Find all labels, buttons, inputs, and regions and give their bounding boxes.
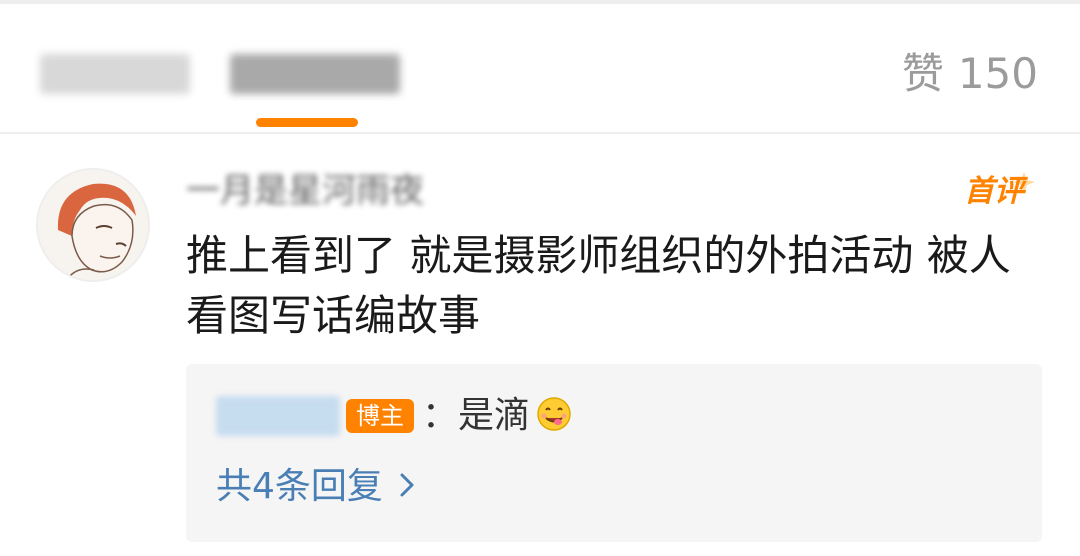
comment-text: 推上看到了 就是摄影师组织的外拍活动 被人看图写话编故事 <box>186 231 1011 340</box>
likes-count: 150 <box>957 49 1038 98</box>
active-tab-indicator <box>256 118 358 127</box>
likes-label: 赞 <box>901 49 944 98</box>
reply-username-blurred[interactable] <box>216 396 340 436</box>
reply-count-label: 共4条回复 <box>216 466 383 507</box>
tab-reposts[interactable]: 转发 <box>40 46 190 102</box>
comment-username[interactable]: 一月是星河雨夜 <box>186 170 606 212</box>
reply-box[interactable]: 博主 ：是滴 共4条回复 <box>186 364 1042 542</box>
view-replies-link[interactable]: 共4条回复 <box>216 460 415 514</box>
op-badge: 博主 <box>346 399 414 433</box>
avatar[interactable] <box>36 168 150 282</box>
tab-comments[interactable]: 评论 <box>230 46 400 102</box>
avatar-illustration <box>38 170 148 280</box>
yummy-face-icon <box>534 394 574 438</box>
tab-label-blurred <box>230 54 400 94</box>
reply-text: ：是滴 <box>422 395 531 436</box>
chevron-right-icon <box>399 460 415 514</box>
first-comment-badge-label: 首评 <box>964 174 1024 209</box>
tab-bar: 转发 评论 赞 150 <box>0 4 1080 134</box>
likes-tab[interactable]: 赞 150 <box>902 44 1038 104</box>
first-comment-badge: 首评 <box>960 168 1040 216</box>
tab-label-blurred <box>40 54 190 94</box>
reply-item[interactable]: 博主 ：是滴 <box>216 394 574 438</box>
